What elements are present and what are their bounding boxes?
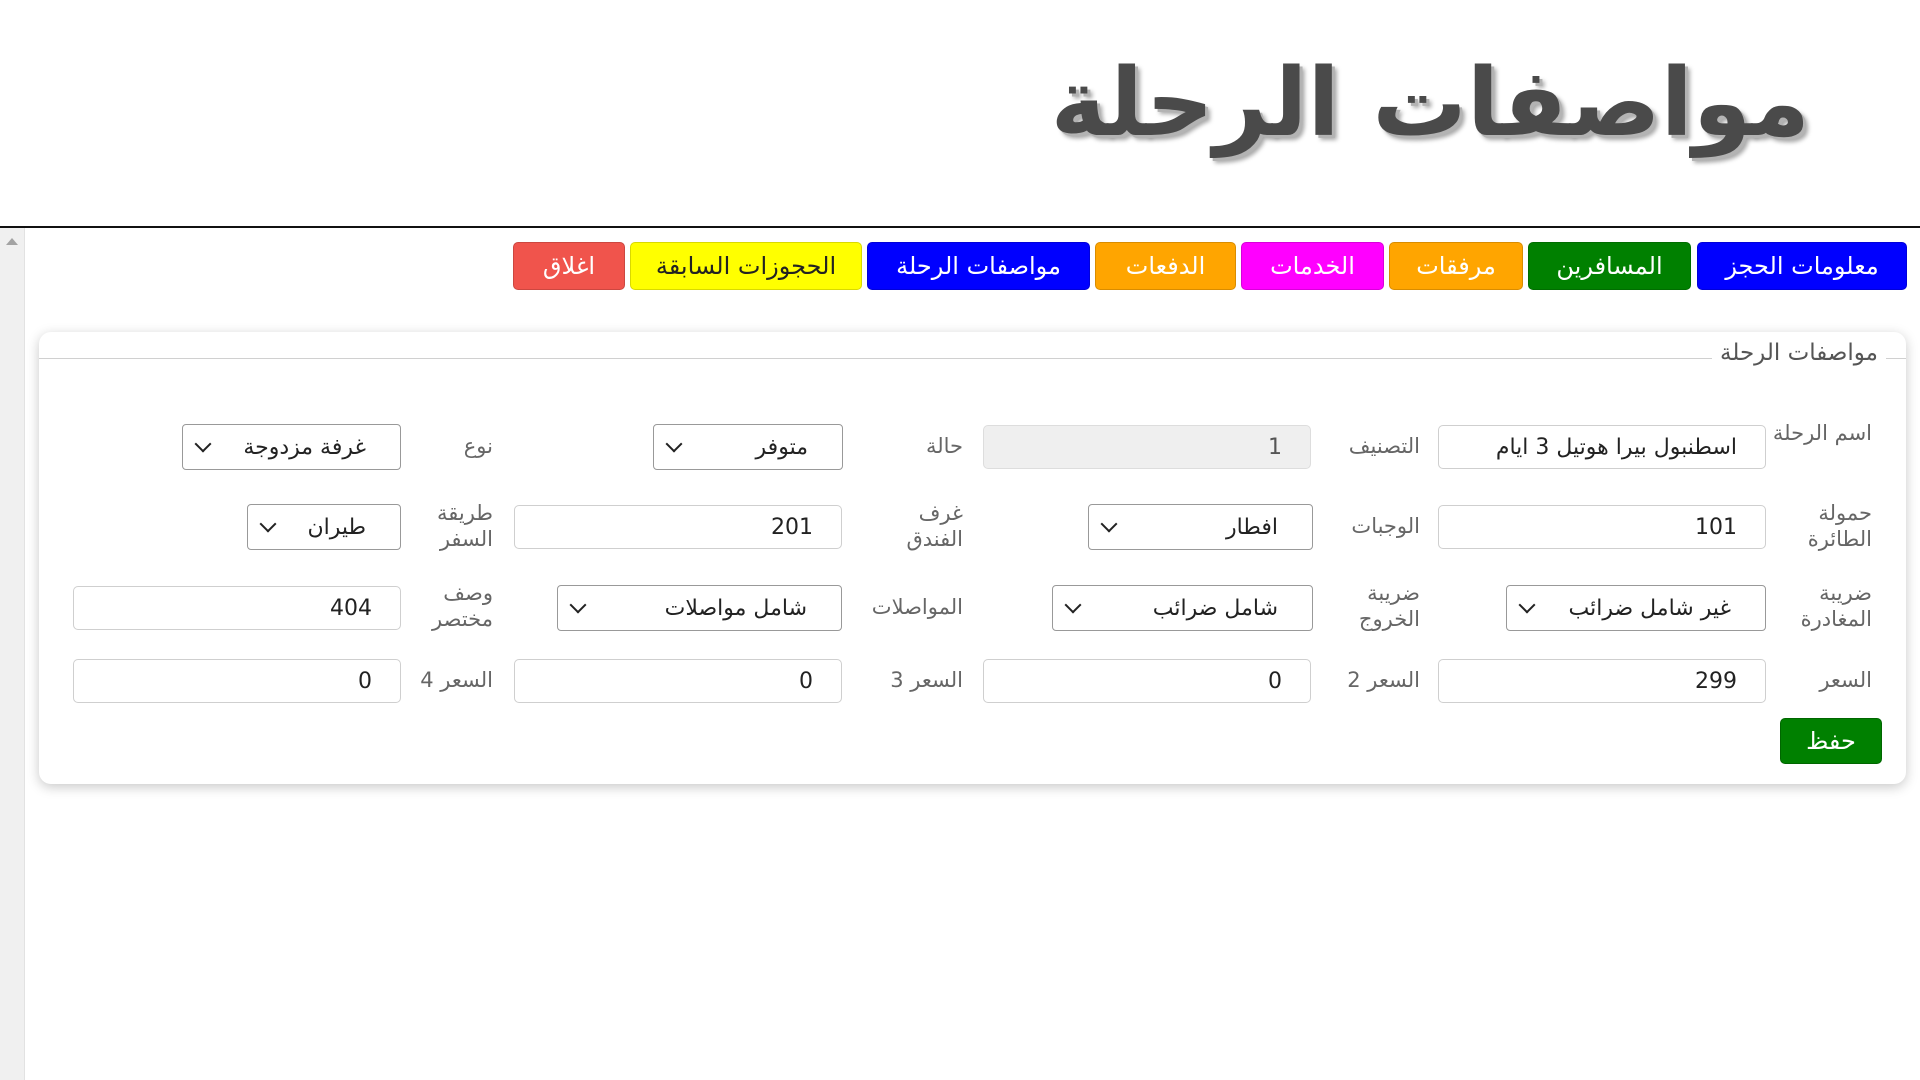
- nav-services-button[interactable]: الخدمات: [1241, 242, 1384, 290]
- price-label: السعر: [1819, 668, 1872, 692]
- departure-tax-select-value: غير شامل ضرائب: [1568, 595, 1731, 621]
- meals-select[interactable]: افطار: [1088, 504, 1313, 550]
- departure-tax-label: ضريبة المغادرة: [1800, 581, 1872, 632]
- chevron-down-icon: [194, 435, 212, 453]
- transport-label: المواصلات: [871, 595, 963, 619]
- exit-tax-label: ضريبة الخروج: [1358, 581, 1420, 632]
- price2-label: السعر 2: [1347, 668, 1420, 692]
- fieldset-legend: مواصفات الرحلة: [1712, 340, 1886, 366]
- status-select[interactable]: متوفر: [653, 424, 843, 470]
- transport-select-value: شامل مواصلات: [664, 595, 807, 621]
- plane-capacity-input[interactable]: [1438, 505, 1766, 549]
- nav-close-button[interactable]: اغلاق: [513, 242, 625, 290]
- chevron-down-icon: [259, 515, 277, 533]
- price3-input[interactable]: [514, 659, 842, 703]
- short-desc-input[interactable]: [73, 586, 401, 630]
- plane-capacity-label: حمولة الطائرة: [1807, 501, 1872, 552]
- price4-input[interactable]: [73, 659, 401, 703]
- hotel-rooms-input[interactable]: [514, 505, 842, 549]
- chevron-down-icon: [1518, 596, 1536, 614]
- nav-booking-info-button[interactable]: معلومات الحجز: [1697, 242, 1907, 290]
- chevron-down-icon: [1064, 596, 1082, 614]
- exit-tax-select-value: شامل ضرائب: [1152, 595, 1278, 621]
- status-label: حالة: [925, 434, 963, 458]
- trip-name-input[interactable]: [1438, 425, 1766, 469]
- price4-label: السعر 4: [420, 668, 493, 692]
- type-label: نوع: [463, 434, 493, 458]
- nav-travelers-button[interactable]: المسافرين: [1528, 242, 1691, 290]
- hotel-rooms-label: غرف الفندق: [906, 501, 963, 552]
- price2-input[interactable]: [983, 659, 1311, 703]
- nav-trip-specs-button[interactable]: مواصفات الرحلة: [867, 242, 1090, 290]
- classification-label: التصنيف: [1348, 434, 1420, 458]
- save-button[interactable]: حفظ: [1780, 718, 1882, 764]
- travel-method-select-value: طيران: [307, 514, 366, 540]
- trip-specs-card: مواصفات الرحلة اسم الرحلة التصنيف حالة م…: [39, 332, 1906, 784]
- nav-attachments-button[interactable]: مرفقات: [1389, 242, 1523, 290]
- chevron-down-icon: [569, 596, 587, 614]
- vertical-scrollbar[interactable]: [0, 228, 25, 1080]
- nav-payments-button[interactable]: الدفعات: [1095, 242, 1236, 290]
- chevron-down-icon: [1100, 515, 1118, 533]
- nav-previous-bookings-button[interactable]: الحجوزات السابقة: [630, 242, 862, 290]
- fieldset-border: [39, 358, 1906, 359]
- type-select-value: غرفة مزدوجة: [243, 434, 366, 460]
- status-select-value: متوفر: [755, 434, 808, 460]
- transport-select[interactable]: شامل مواصلات: [557, 585, 842, 631]
- chevron-down-icon: [665, 435, 683, 453]
- meals-select-value: افطار: [1225, 514, 1278, 540]
- short-desc-label: وصف مختصر: [432, 581, 493, 632]
- trip-name-label: اسم الرحلة: [1772, 421, 1872, 445]
- price3-label: السعر 3: [890, 668, 963, 692]
- departure-tax-select[interactable]: غير شامل ضرائب: [1506, 585, 1766, 631]
- page-title: مواصفات الرحلة: [1050, 49, 1810, 158]
- header-divider: [0, 226, 1920, 228]
- travel-method-select[interactable]: طيران: [247, 504, 401, 550]
- exit-tax-select[interactable]: شامل ضرائب: [1052, 585, 1313, 631]
- meals-label: الوجبات: [1351, 514, 1420, 538]
- scroll-up-arrow-icon[interactable]: [6, 238, 18, 245]
- classification-input: [983, 425, 1311, 469]
- type-select[interactable]: غرفة مزدوجة: [182, 424, 401, 470]
- travel-method-label: طريقة السفر: [436, 501, 493, 552]
- price-input[interactable]: [1438, 659, 1766, 703]
